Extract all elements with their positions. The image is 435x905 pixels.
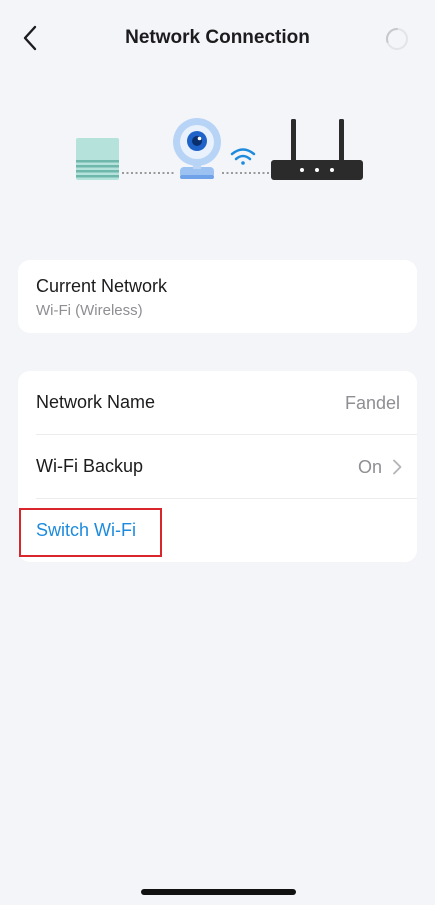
network-name-value: Fandel [344, 393, 400, 413]
loading-spinner-icon [386, 28, 408, 50]
header-bar: Network Connection [0, 0, 435, 78]
home-indicator[interactable] [141, 889, 296, 895]
network-name-row: Network Name Fandel [18, 371, 417, 434]
highlight-box [19, 508, 162, 557]
wifi-backup-label: Wi-Fi Backup [36, 456, 144, 476]
current-network-card: Current Network Wi-Fi (Wireless) [18, 260, 417, 333]
camera-device-icon [173, 118, 221, 179]
current-network-type: Wi-Fi (Wireless) [36, 302, 143, 319]
current-network-title: Current Network [36, 276, 168, 296]
wifi-backup-row[interactable]: Wi-Fi Backup On [18, 435, 417, 498]
wifi-signal-icon [230, 148, 256, 165]
wifi-backup-value: On [357, 457, 382, 477]
chevron-right-icon [393, 459, 402, 475]
hub-device-icon [76, 138, 119, 180]
router-device-icon [271, 119, 363, 180]
page-title: Network Connection [125, 27, 310, 48]
network-name-label: Network Name [36, 392, 156, 412]
connection-illustration [76, 118, 363, 180]
